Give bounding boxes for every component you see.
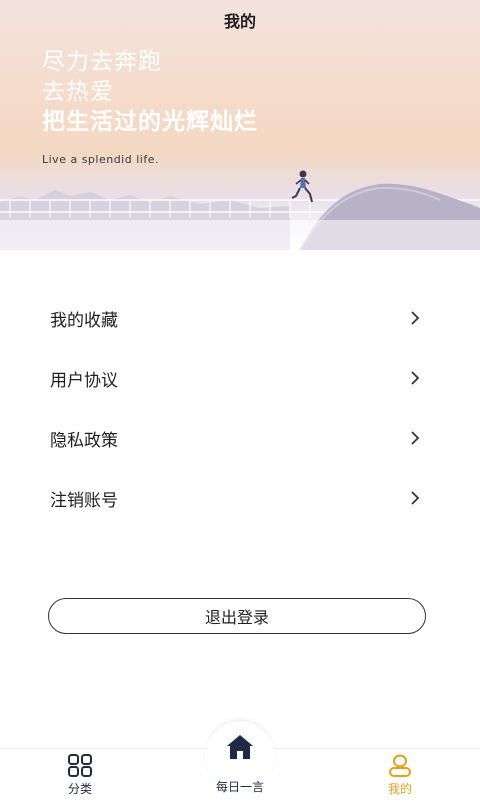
menu-item-favorites[interactable]: 我的收藏	[0, 288, 480, 348]
running-scenery-illustration	[0, 170, 480, 250]
user-icon	[389, 754, 411, 777]
tab-label: 每日一言	[215, 780, 264, 794]
home-icon	[227, 735, 253, 759]
grid-icon	[68, 754, 92, 777]
page-title: 我的	[223, 12, 256, 31]
chevron-right-icon	[411, 311, 420, 325]
slogan-line-3: 把生活过的光辉灿烂	[42, 109, 258, 135]
tagline: Live a splendid life.	[42, 153, 159, 166]
menu-item-privacy-policy[interactable]: 隐私政策	[0, 408, 480, 468]
menu-item-label: 我的收藏	[50, 310, 118, 331]
slogan-line-1: 尽力去奔跑	[42, 49, 162, 75]
chevron-right-icon	[411, 491, 420, 505]
menu-item-label: 隐私政策	[50, 430, 118, 451]
profile-hero-banner: 我的 尽力去奔跑 去热爱 把生活过的光辉灿烂 Live a splendid l…	[0, 0, 480, 250]
settings-menu: 我的收藏 用户协议 隐私政策 注销账号	[0, 288, 480, 528]
chevron-right-icon	[411, 431, 420, 445]
slogan-line-2: 去热爱	[42, 79, 114, 105]
runner-figure	[291, 170, 313, 203]
chevron-right-icon	[411, 371, 420, 385]
menu-item-delete-account[interactable]: 注销账号	[0, 468, 480, 528]
logout-button[interactable]: 退出登录	[48, 598, 426, 634]
tab-label: 分类	[67, 782, 92, 796]
menu-item-label: 用户协议	[50, 370, 118, 391]
tab-label: 我的	[387, 782, 412, 796]
menu-item-label: 注销账号	[50, 490, 118, 511]
menu-item-user-agreement[interactable]: 用户协议	[0, 348, 480, 408]
tab-mine[interactable]: 我的	[350, 749, 450, 801]
tab-category[interactable]: 分类	[30, 749, 130, 801]
